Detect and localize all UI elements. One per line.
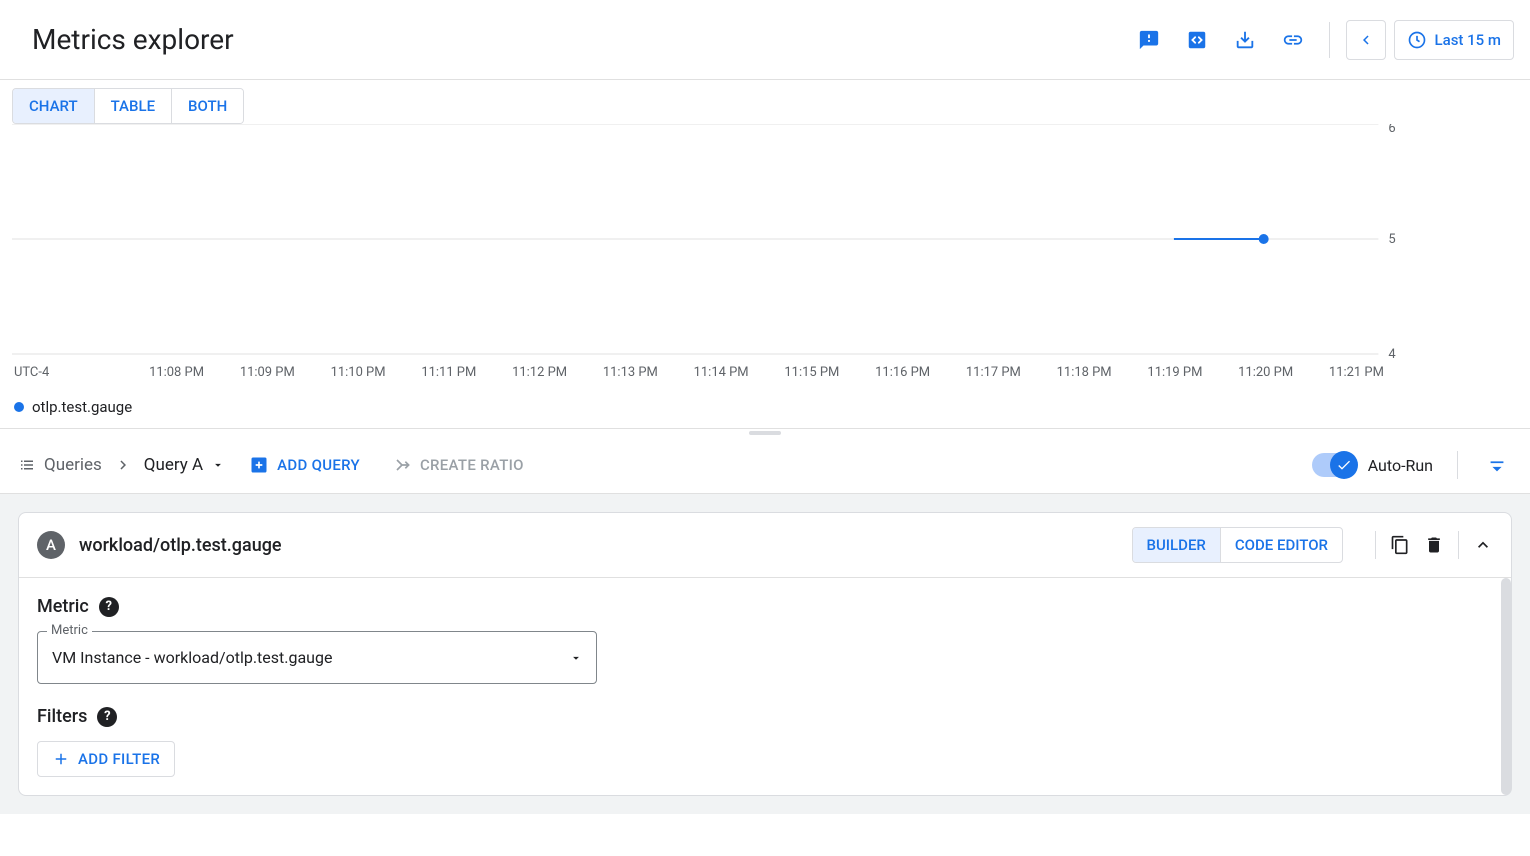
chart[interactable]: 4 5 6 UTC-4 11:08 PM 11:09 PM 11:10 PM 1… <box>12 124 1518 394</box>
time-range-label: Last 15 m <box>1435 31 1501 49</box>
tab-both[interactable]: BOTH <box>171 89 243 123</box>
y-tick: 4 <box>1388 347 1395 362</box>
help-icon[interactable]: ? <box>99 597 119 617</box>
autorun-label: Auto-Run <box>1368 456 1433 475</box>
legend-label: otlp.test.gauge <box>32 398 132 416</box>
metric-field[interactable]: Metric VM Instance - workload/otlp.test.… <box>37 631 597 684</box>
view-tabs: CHART TABLE BOTH <box>12 88 244 124</box>
divider <box>1458 531 1459 559</box>
divider <box>1375 531 1376 559</box>
filters-section-title: Filters ? <box>37 706 1493 727</box>
query-selector[interactable]: Query A <box>144 455 225 475</box>
queries-label: Queries <box>18 455 102 475</box>
svg-text:11:13 PM: 11:13 PM <box>603 365 658 380</box>
autorun-toggle[interactable] <box>1312 453 1356 477</box>
resize-handle[interactable] <box>0 429 1530 437</box>
divider <box>1457 451 1458 479</box>
merge-icon <box>392 455 412 475</box>
timezone-label: UTC-4 <box>14 365 49 380</box>
svg-text:11:16 PM: 11:16 PM <box>875 365 930 380</box>
query-panel-container: A workload/otlp.test.gauge BUILDER CODE … <box>0 494 1530 814</box>
metric-section-title: Metric ? <box>37 596 1493 617</box>
code-editor-mode-button[interactable]: CODE EDITOR <box>1220 528 1342 562</box>
autorun-control: Auto-Run <box>1312 453 1433 477</box>
svg-text:11:18 PM: 11:18 PM <box>1057 365 1112 380</box>
divider <box>1329 22 1330 58</box>
page-title: Metrics explorer <box>32 23 234 56</box>
time-range-button[interactable]: Last 15 m <box>1394 20 1514 60</box>
query-panel: A workload/otlp.test.gauge BUILDER CODE … <box>18 512 1512 796</box>
chevron-right-icon <box>114 456 132 474</box>
svg-text:11:10 PM: 11:10 PM <box>331 365 386 380</box>
tab-chart[interactable]: CHART <box>13 89 94 123</box>
list-icon <box>18 456 36 474</box>
feedback-icon[interactable] <box>1129 20 1169 60</box>
svg-text:11:17 PM: 11:17 PM <box>966 365 1021 380</box>
svg-text:11:14 PM: 11:14 PM <box>694 365 749 380</box>
plus-box-icon <box>249 455 269 475</box>
query-panel-body: Metric ? Metric VM Instance - workload/o… <box>19 578 1511 795</box>
link-icon[interactable] <box>1273 20 1313 60</box>
svg-text:11:15 PM: 11:15 PM <box>784 365 839 380</box>
metric-field-label: Metric <box>47 623 92 638</box>
prev-time-button[interactable] <box>1346 20 1386 60</box>
y-tick: 6 <box>1388 124 1395 136</box>
add-filter-button[interactable]: ADD FILTER <box>37 741 175 777</box>
collapse-query-button[interactable] <box>1473 535 1493 555</box>
svg-text:11:21 PM: 11:21 PM <box>1329 365 1384 380</box>
query-badge: A <box>37 531 65 559</box>
queries-breadcrumb: Queries Query A <box>18 455 225 475</box>
svg-text:11:09 PM: 11:09 PM <box>240 365 295 380</box>
delete-query-button[interactable] <box>1424 535 1444 555</box>
copy-query-button[interactable] <box>1390 535 1410 555</box>
create-ratio-button[interactable]: CREATE RATIO <box>384 449 532 481</box>
svg-text:11:12 PM: 11:12 PM <box>512 365 567 380</box>
query-name: workload/otlp.test.gauge <box>79 535 1118 556</box>
svg-text:11:11 PM: 11:11 PM <box>421 365 476 380</box>
panel-actions <box>1375 531 1493 559</box>
queries-bar: Queries Query A ADD QUERY CREATE RATIO A… <box>0 437 1530 494</box>
chart-legend: otlp.test.gauge <box>0 394 1530 429</box>
metric-select[interactable]: VM Instance - workload/otlp.test.gauge <box>37 631 597 684</box>
query-panel-header: A workload/otlp.test.gauge BUILDER CODE … <box>19 513 1511 578</box>
code-icon[interactable] <box>1177 20 1217 60</box>
plus-icon <box>52 750 70 768</box>
dropdown-arrow-icon <box>569 651 583 665</box>
scrollbar[interactable] <box>1501 578 1511 795</box>
legend-dot <box>14 402 24 412</box>
mode-toggle: BUILDER CODE EDITOR <box>1132 527 1343 563</box>
svg-text:11:08 PM: 11:08 PM <box>149 365 204 380</box>
header-actions: Last 15 m <box>1129 20 1514 60</box>
header: Metrics explorer Last 15 m <box>0 0 1530 80</box>
view-tabs-row: CHART TABLE BOTH <box>0 80 1530 124</box>
help-icon[interactable]: ? <box>97 707 117 727</box>
tab-table[interactable]: TABLE <box>94 89 171 123</box>
download-icon[interactable] <box>1225 20 1265 60</box>
collapse-panel-button[interactable] <box>1482 450 1512 480</box>
y-tick: 5 <box>1388 232 1395 247</box>
dropdown-arrow-icon <box>211 458 225 472</box>
builder-mode-button[interactable]: BUILDER <box>1133 528 1220 562</box>
svg-text:11:20 PM: 11:20 PM <box>1238 365 1293 380</box>
svg-text:11:19 PM: 11:19 PM <box>1147 365 1202 380</box>
add-query-button[interactable]: ADD QUERY <box>241 449 368 481</box>
check-icon <box>1336 457 1352 473</box>
